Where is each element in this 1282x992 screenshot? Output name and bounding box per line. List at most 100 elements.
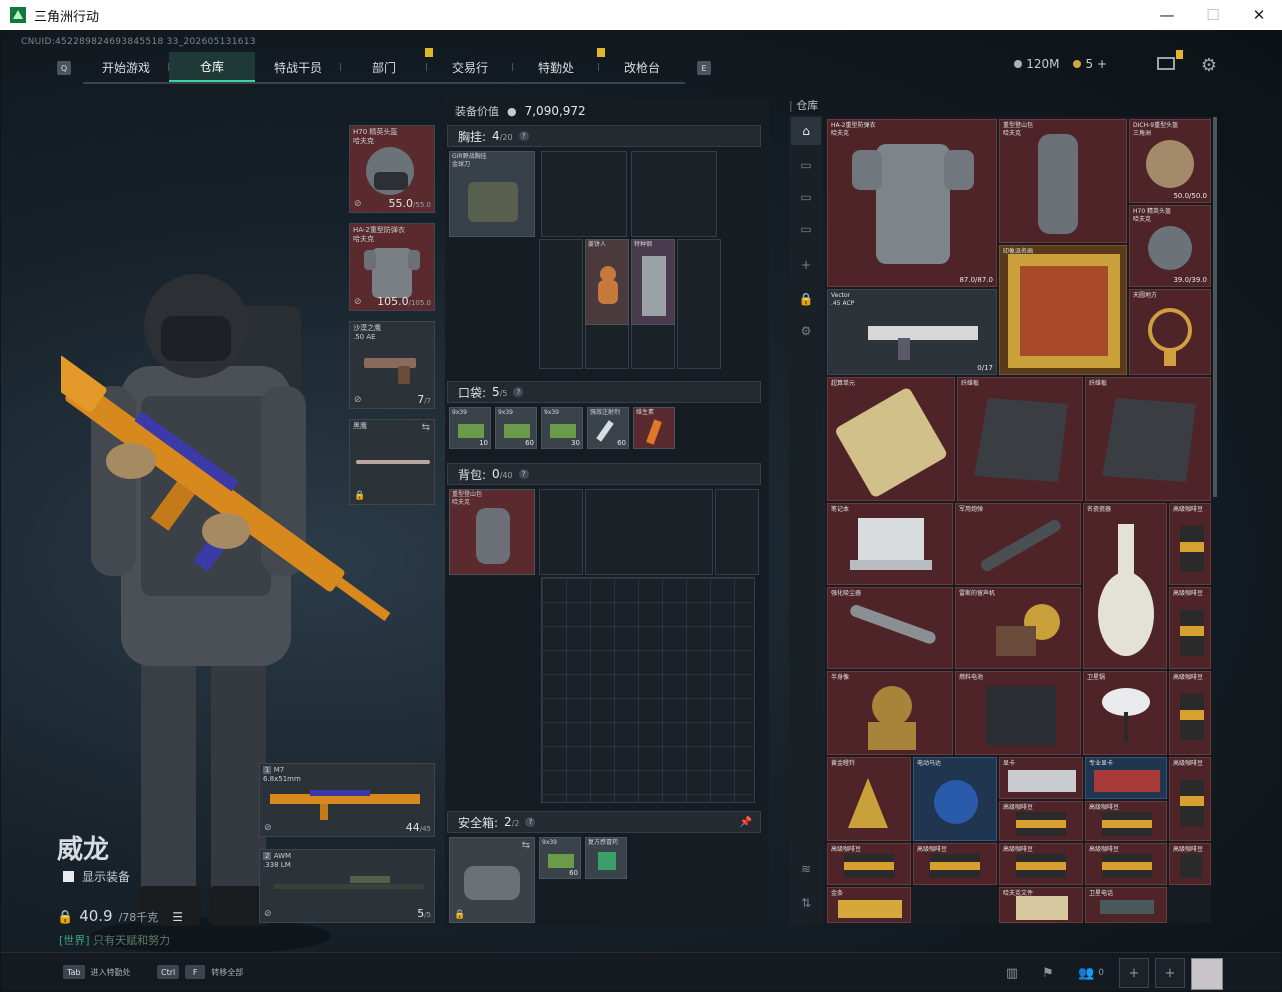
stash-item[interactable]: 黄金瞪羚 <box>827 757 911 841</box>
primary-weapon-slot-2[interactable]: 2 AWM .338 LM ⊘ 5/5 <box>259 849 435 923</box>
stash-item[interactable]: 印象派名画 <box>999 245 1127 375</box>
show-equipment-checkbox[interactable] <box>63 871 74 882</box>
stash-item[interactable]: 名瓷瓷器 <box>1083 503 1167 669</box>
close-button[interactable]: ✕ <box>1236 0 1282 30</box>
stash-item[interactable]: 燃料电池 <box>955 671 1081 755</box>
tab-trading[interactable]: 交易行 <box>427 52 513 82</box>
backpack-item[interactable]: 重型登山包 哈夫克 <box>449 489 535 575</box>
stash-tab-items-icon[interactable]: ▭ <box>796 219 816 239</box>
stash-settings-icon[interactable]: ⚙ <box>796 321 816 341</box>
pistol-slot[interactable]: 沙漠之鹰 .50 AE ⊘ 7/7 <box>349 321 435 409</box>
chest-rig-item[interactable]: GIR野战胸挂 金球刀 <box>449 151 535 237</box>
primary-weapon-slot-1[interactable]: 1 M7 6.8x51mm ⊘ 44/45 <box>259 763 435 837</box>
add-tab-icon[interactable]: + <box>796 255 816 275</box>
stash-item[interactable]: 纤维板 <box>957 377 1083 501</box>
stash-item[interactable]: 高级咖啡豆 <box>913 843 997 885</box>
add-party-slot-button[interactable]: + <box>1119 958 1149 988</box>
armor-slot[interactable]: HA-2重型防弹衣 哈夫克 ⊘ 105.0/105.0 <box>349 223 435 311</box>
stash-item[interactable]: 半身像 <box>827 671 953 755</box>
pocket-item-ammo[interactable]: 9x39 60 <box>495 407 537 449</box>
backpack-cell[interactable] <box>539 489 583 575</box>
stash-item[interactable]: 高级咖啡豆 <box>1169 843 1211 885</box>
stash-item[interactable]: 高级咖啡豆 <box>1169 671 1211 755</box>
nav-right-key[interactable]: E <box>697 61 711 75</box>
transfer-all-hint[interactable]: Ctrl F 转移全部 <box>157 965 243 979</box>
layers-icon[interactable]: ≋ <box>796 859 816 879</box>
gold-currency[interactable]: 5 + <box>1073 57 1107 71</box>
stash-scrollbar[interactable] <box>1213 117 1217 497</box>
stash-item[interactable]: 高级咖啡豆 <box>1085 801 1167 841</box>
stash-item[interactable]: 高级咖啡豆 <box>999 843 1083 885</box>
world-chat[interactable]: [世界] 只有天赋和努力 <box>59 932 170 948</box>
tab-warehouse[interactable]: 仓库 <box>169 52 255 82</box>
list-icon[interactable]: ☰ <box>172 910 183 924</box>
stash-item[interactable]: 高级咖啡豆 <box>1169 503 1211 585</box>
chest-cell[interactable] <box>677 239 721 369</box>
pin-icon[interactable]: 📌 <box>740 817 752 828</box>
stash-item[interactable]: DICH-9重型头盔 三角洲 50.0/50.0 <box>1129 119 1211 203</box>
backpack-cell[interactable] <box>715 489 759 575</box>
stash-item[interactable]: 强化吸尘器 <box>827 587 953 669</box>
stash-item[interactable]: 高级咖啡豆 <box>1085 843 1167 885</box>
stash-item[interactable]: 笔记本 <box>827 503 953 585</box>
maximize-button[interactable]: ☐ <box>1190 0 1236 30</box>
help-icon[interactable]: ? <box>513 387 524 397</box>
safe-box-case[interactable]: ⇆ 🔒 <box>449 837 535 923</box>
stats-icon[interactable]: ▥ <box>997 958 1027 988</box>
chest-cell[interactable] <box>541 151 627 237</box>
tab-gunsmith[interactable]: 改枪台 <box>599 52 685 82</box>
chest-cell[interactable] <box>539 239 583 369</box>
tab-special-ops[interactable]: 特勤处 <box>513 48 605 82</box>
minimize-button[interactable]: — <box>1144 0 1190 30</box>
stash-item[interactable]: 超算单元 <box>827 377 955 501</box>
stash-item[interactable]: 电动马达 <box>913 757 997 841</box>
mail-icon[interactable] <box>1157 50 1183 70</box>
pocket-item-ammo[interactable]: 9x39 30 <box>541 407 583 449</box>
tab-department[interactable]: 部门 <box>341 48 433 82</box>
swap-icon[interactable]: ⇆ <box>522 840 530 851</box>
stash-item[interactable]: Vector .45 ACP 0/17 <box>827 289 997 375</box>
stash-tab-equipment-icon[interactable]: ▭ <box>796 187 816 207</box>
pocket-item-injector[interactable]: 强效注射剂 60 <box>587 407 629 449</box>
stash-item[interactable]: 重型登山包 哈夫克 <box>999 119 1127 243</box>
sort-icon[interactable]: ⇅ <box>796 893 816 913</box>
stash-item[interactable]: 高级咖啡豆 <box>827 843 911 885</box>
safe-item-medicine[interactable]: 复方感冒药 <box>585 837 627 879</box>
friends-button[interactable]: 👥 0 <box>1069 958 1113 988</box>
pocket-item-ammo[interactable]: 9x39 10 <box>449 407 491 449</box>
pocket-item-vitamin[interactable]: 维生素 <box>633 407 675 449</box>
help-icon[interactable]: ? <box>518 131 529 141</box>
stash-item[interactable]: 纤维板 <box>1085 377 1211 501</box>
silver-currency[interactable]: 120M <box>1014 57 1059 71</box>
stash-item[interactable]: HA-2重型防弹衣 哈夫克 87.0/87.0 <box>827 119 997 287</box>
stash-tab-weapons-icon[interactable]: ▭ <box>796 155 816 175</box>
chest-cell[interactable] <box>631 151 717 237</box>
stash-item[interactable]: 高级咖啡豆 <box>1169 757 1211 841</box>
stash-item[interactable]: 高级咖啡豆 <box>999 801 1083 841</box>
add-currency-button[interactable]: + <box>1097 57 1107 71</box>
backpack-cell[interactable] <box>585 489 713 575</box>
special-steel-item[interactable]: 特种钢 <box>631 239 675 325</box>
avatar[interactable] <box>1191 958 1223 990</box>
stash-tab-all-icon[interactable]: ⌂ <box>791 117 821 145</box>
stash-item[interactable]: 军用炮弹 <box>955 503 1081 585</box>
stash-item[interactable]: 专业显卡 <box>1085 757 1167 799</box>
help-icon[interactable]: ? <box>518 469 529 479</box>
stash-item[interactable]: 卫星电话 <box>1085 887 1167 923</box>
stash-item[interactable]: 天圆地方 <box>1129 289 1211 375</box>
stash-item[interactable]: 雷斯的留声机 <box>955 587 1081 669</box>
flag-icon[interactable]: ⚑ <box>1033 958 1063 988</box>
lock-tab-icon[interactable]: 🔒 <box>796 289 816 309</box>
stash-item[interactable]: 高级咖啡豆 <box>1169 587 1211 669</box>
help-icon[interactable]: ? <box>525 817 536 827</box>
backpack-grid[interactable] <box>541 577 755 803</box>
stash-item[interactable]: 卫星锅 <box>1083 671 1167 755</box>
safe-item-ammo[interactable]: 9x39 60 <box>539 837 581 879</box>
stash-item[interactable]: 显卡 <box>999 757 1083 799</box>
tab-start-game[interactable]: 开始游戏 <box>83 52 169 82</box>
helmet-slot[interactable]: H70 精英头盔 哈夫克 ⊘ 55.0/55.0 <box>349 125 435 213</box>
melee-slot[interactable]: 黑鹰 ⇆ 🔒 <box>349 419 435 505</box>
settings-gear-icon[interactable]: ⚙ <box>1201 55 1217 76</box>
show-equipment-toggle[interactable]: 显示装备 <box>63 868 130 885</box>
tab-operators[interactable]: 特战干员 <box>255 52 341 82</box>
